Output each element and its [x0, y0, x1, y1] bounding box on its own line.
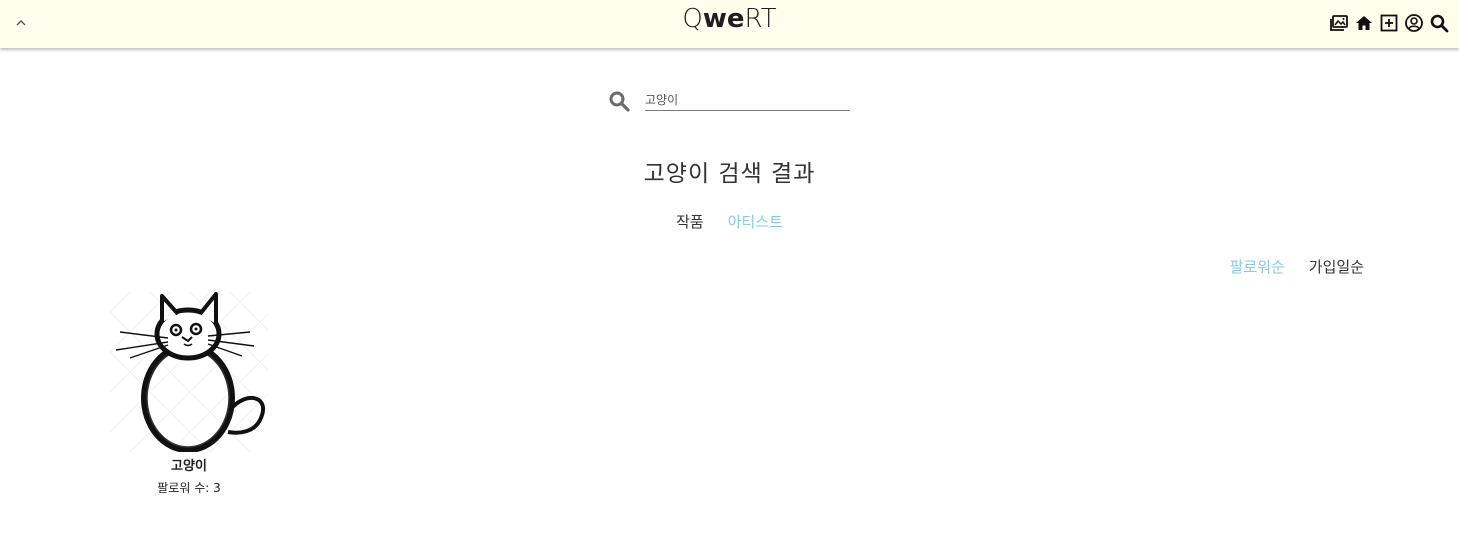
artist-card[interactable]: 고양이 팔로워 수: 3 — [110, 292, 268, 496]
tab-artworks[interactable]: 작품 — [676, 211, 704, 232]
avatar — [110, 292, 268, 452]
tab-artists[interactable]: 아티스트 — [728, 211, 783, 232]
logo-part-1: Q — [682, 4, 703, 34]
user-circle-icon[interactable] — [1404, 13, 1424, 33]
artist-follower-count: 팔로워 수: 3 — [157, 481, 221, 495]
sort-by-join-date[interactable]: 가입일순 — [1309, 256, 1364, 277]
result-type-tabs: 작품 아티스트 — [0, 211, 1459, 232]
search-icon[interactable] — [1429, 13, 1449, 33]
logo-part-2: we — [702, 4, 745, 34]
chevron-up-icon[interactable] — [12, 14, 30, 32]
results-title: 고양이 검색 결과 — [643, 161, 816, 187]
sort-by-followers[interactable]: 팔로워순 — [1230, 256, 1285, 277]
header-icon-group — [1329, 13, 1449, 33]
sort-options: 팔로워순 가입일순 — [1230, 256, 1364, 277]
home-icon[interactable] — [1354, 13, 1374, 33]
add-square-icon[interactable] — [1379, 13, 1399, 33]
search-icon[interactable] — [608, 90, 630, 112]
search-input[interactable] — [645, 88, 850, 111]
search-bar — [608, 88, 853, 114]
top-navbar: QweRT — [0, 0, 1459, 48]
app-logo[interactable]: QweRT — [0, 4, 1459, 34]
artist-name[interactable]: 고양이 — [110, 455, 268, 474]
gallery-icon[interactable] — [1329, 13, 1349, 33]
logo-part-3: RT — [744, 4, 777, 34]
